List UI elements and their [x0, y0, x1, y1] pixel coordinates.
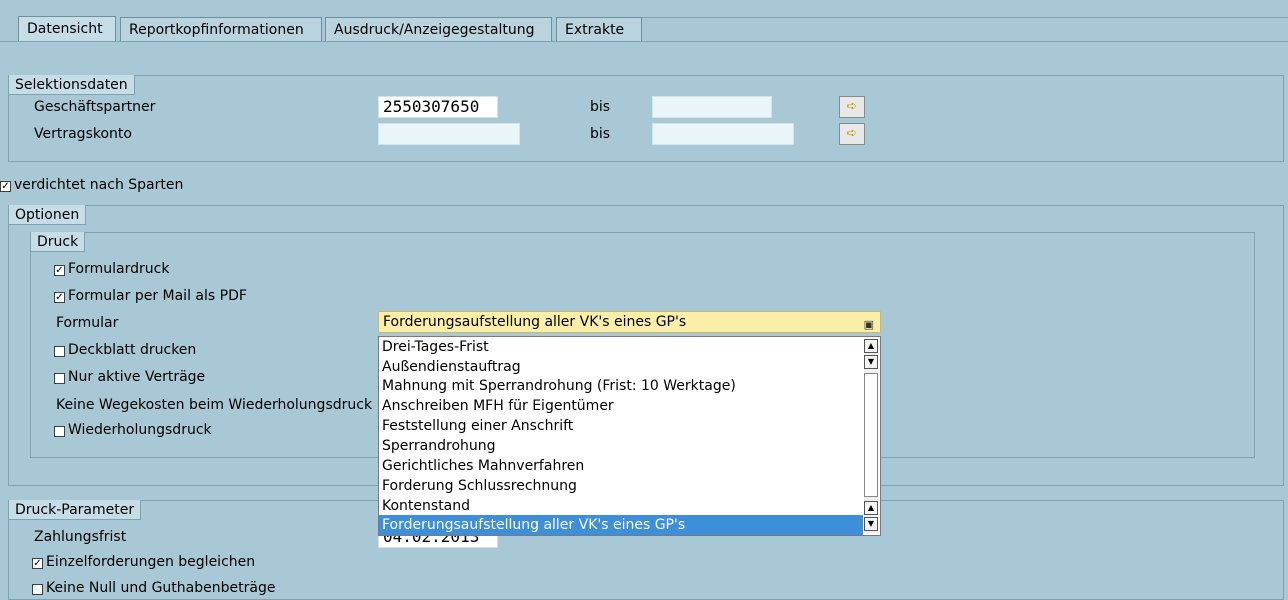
list-item[interactable]: Mahnung mit Sperrandrohung (Frist: 10 We…	[382, 376, 736, 396]
wiederholungsdruck-checkbox[interactable]	[54, 426, 65, 437]
wiederholungsdruck-label: Wiederholungsdruck	[68, 422, 212, 438]
keine-wegekosten-label: Keine Wegekosten beim Wiederholungsdruck	[56, 397, 373, 413]
tab-extrakte[interactable]: Extrakte	[556, 17, 642, 41]
bis-label-2: bis	[590, 126, 611, 142]
vertragskonto-label: Vertragskonto	[34, 126, 132, 142]
einzelforderungen-checkbox[interactable]: ✓	[32, 558, 43, 569]
geschaeftspartner-input[interactable]: 2550307650	[378, 96, 498, 118]
tab-ausdruck-anzeigegestaltung[interactable]: Ausdruck/Anzeigegestaltung	[325, 17, 552, 41]
formular-dropdown[interactable]: Forderungsaufstellung aller VK's eines G…	[378, 311, 881, 333]
scroll-up-icon[interactable]: ▲	[864, 501, 878, 515]
nur-aktive-checkbox[interactable]	[54, 373, 65, 384]
deckblatt-checkbox[interactable]	[54, 346, 65, 357]
verdichtet-checkbox[interactable]: ✓	[0, 181, 11, 192]
druck-title: Druck	[31, 232, 86, 252]
druck-parameter-title: Druck-Parameter	[9, 500, 142, 520]
list-item[interactable]: Gerichtliches Mahnverfahren	[382, 456, 584, 476]
geschaeftspartner-bis-input[interactable]	[652, 96, 772, 118]
list-item[interactable]: Drei-Tages-Frist	[382, 337, 489, 357]
tab-strip-filler	[642, 17, 1288, 41]
einzelforderungen-label: Einzelforderungen begleichen	[46, 554, 256, 570]
optionen-title: Optionen	[9, 205, 87, 225]
formulardruck-checkbox[interactable]: ✓	[54, 265, 65, 276]
tab-reportkopfinformationen[interactable]: Reportkopfinformationen	[120, 17, 322, 41]
verdichtet-label: verdichtet nach Sparten	[14, 177, 184, 193]
geschaeftspartner-multiselect-button[interactable]: ➪	[839, 96, 865, 118]
list-item[interactable]: Anschreiben MFH für Eigentümer	[382, 396, 614, 416]
list-item[interactable]: Feststellung einer Anschrift	[382, 416, 573, 436]
formular-selected-value: Forderungsaufstellung aller VK's eines G…	[383, 314, 687, 330]
formular-options-list[interactable]: Drei-Tages-Frist Außendienstauftrag Mahn…	[378, 336, 881, 536]
vertragskonto-multiselect-button[interactable]: ➪	[839, 123, 865, 145]
zahlungsfrist-label: Zahlungsfrist	[34, 529, 127, 545]
list-item[interactable]: Kontenstand	[382, 496, 470, 516]
scroll-up-icon[interactable]: ▲	[864, 339, 878, 353]
bis-label-1: bis	[590, 99, 611, 115]
selektionsdaten-frame	[8, 75, 1284, 162]
vertragskonto-input[interactable]	[378, 123, 520, 145]
nur-aktive-label: Nur aktive Verträge	[68, 369, 206, 385]
scroll-down-icon[interactable]: ▼	[864, 517, 878, 531]
formular-label: Formular	[56, 315, 119, 331]
deckblatt-label: Deckblatt drucken	[68, 342, 197, 358]
list-item[interactable]: Sperrandrohung	[382, 436, 496, 456]
list-scrollbar[interactable]: ▲ ▼ ▲ ▼	[864, 339, 878, 533]
selektionsdaten-title: Selektionsdaten	[9, 75, 135, 95]
formulardruck-label: Formulardruck	[68, 261, 170, 277]
arrow-right-icon: ➪	[846, 126, 858, 141]
formular-mail-label: Formular per Mail als PDF	[68, 288, 247, 304]
scroll-down-icon[interactable]: ▼	[864, 355, 878, 369]
scroll-thumb[interactable]	[864, 373, 878, 497]
list-item-selected[interactable]: Forderungsaufstellung aller VK's eines G…	[379, 515, 863, 535]
keine-null-label: Keine Null und Guthabenbeträge	[46, 580, 276, 596]
dropdown-list-icon: ▣	[863, 318, 874, 331]
vertragskonto-bis-input[interactable]	[652, 123, 794, 145]
tab-datensicht[interactable]: Datensicht	[18, 16, 116, 42]
formular-mail-checkbox[interactable]: ✓	[54, 292, 65, 303]
geschaeftspartner-label: Geschäftspartner	[34, 99, 156, 115]
tab-divider	[0, 41, 1288, 42]
arrow-right-icon: ➪	[846, 99, 858, 114]
list-item[interactable]: Außendienstauftrag	[382, 357, 521, 377]
list-item[interactable]: Forderung Schlussrechnung	[382, 476, 577, 496]
